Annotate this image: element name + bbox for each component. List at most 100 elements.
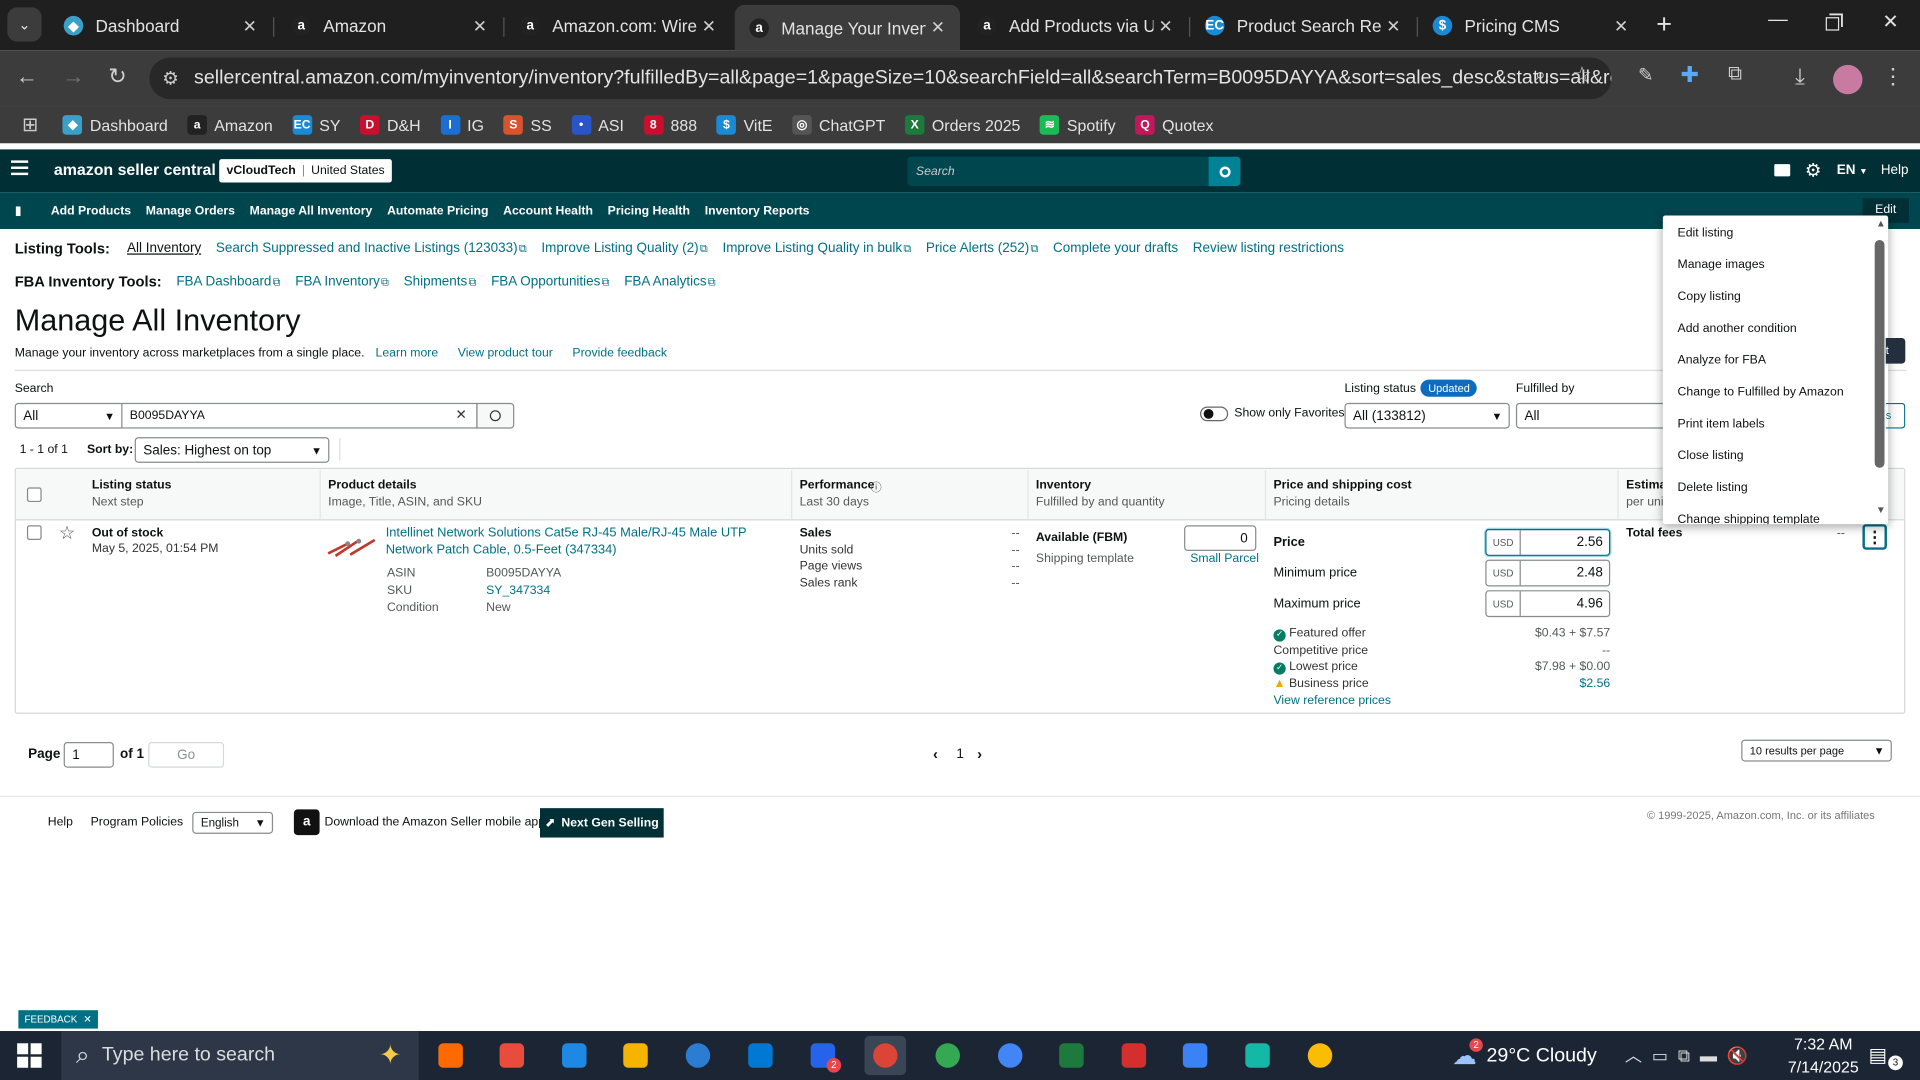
product-tour-link[interactable]: View product tour — [458, 347, 553, 360]
chrome-profile-icon[interactable] — [864, 1035, 907, 1076]
settings-gear-icon[interactable]: ⚙ — [1805, 159, 1821, 181]
tab-close-icon[interactable]: ✕ — [468, 15, 492, 36]
task-view-icon[interactable] — [430, 1036, 472, 1075]
browser-tab[interactable]: ◆ Dashboard ✕ — [49, 7, 272, 44]
language-selector[interactable]: EN ▼ — [1837, 163, 1868, 178]
header-search-input[interactable]: Search — [907, 156, 1209, 187]
chrome-profile-icon[interactable] — [927, 1036, 969, 1075]
fba-tool-link[interactable]: FBA Inventory⧉ — [295, 274, 389, 289]
browser-menu-icon[interactable]: ⋮ — [1878, 64, 1907, 90]
search-input[interactable]: B0095DAYYA — [122, 402, 478, 429]
nav-item[interactable]: Automate Pricing — [387, 204, 488, 217]
menu-item[interactable]: Delete listing — [1663, 471, 1888, 503]
tab-close-icon[interactable]: ✕ — [1153, 15, 1177, 36]
bookmark-item[interactable]: EC SY — [292, 115, 340, 135]
bookmark-item[interactable]: D D&H — [360, 115, 421, 135]
profile-avatar[interactable] — [1833, 64, 1863, 95]
go-button[interactable]: Go — [148, 742, 225, 768]
bookmark-star-icon[interactable]: ☆ — [1567, 62, 1596, 88]
mail-icon[interactable] — [1774, 164, 1791, 177]
menu-item[interactable]: Close listing — [1663, 440, 1888, 472]
search-field-select[interactable]: All ▼ — [14, 402, 123, 429]
bookmark-item[interactable]: X Orders 2025 — [904, 115, 1020, 135]
menu-item[interactable]: Change to Fulfilled by Amazon — [1663, 376, 1888, 408]
clock-date[interactable]: 7/14/2025 — [1776, 1058, 1872, 1076]
seller-central-logo[interactable]: amazon seller central — [54, 160, 216, 178]
shipping-template-link[interactable]: Small Parcel — [1190, 552, 1259, 565]
file-explorer-icon[interactable] — [615, 1036, 657, 1075]
favorites-toggle[interactable] — [1200, 406, 1229, 422]
nav-item[interactable]: Manage All Inventory — [250, 204, 373, 217]
bookmark-item[interactable]: I IG — [440, 115, 484, 135]
view-reference-prices-link[interactable]: View reference prices — [1273, 694, 1391, 707]
new-tab-button[interactable]: + — [1648, 7, 1680, 41]
footer-help-link[interactable]: Help — [48, 816, 73, 829]
outlook-icon[interactable] — [740, 1036, 782, 1075]
listing-tool-link[interactable]: Review listing restrictions — [1193, 241, 1344, 256]
help-link[interactable]: Help — [1881, 163, 1909, 178]
notifications-icon[interactable]: ▤ — [1869, 1043, 1888, 1067]
listing-status-select[interactable]: All (133812) ▼ — [1344, 402, 1510, 429]
chrome-icon[interactable] — [1299, 1036, 1341, 1075]
tab-close-icon[interactable]: ✕ — [238, 15, 262, 36]
menu-item[interactable]: Add another condition — [1663, 312, 1888, 344]
nav-item[interactable]: Add Products — [51, 204, 131, 217]
menu-item[interactable]: Copy listing — [1663, 280, 1888, 312]
bookmark-item[interactable]: Q Quotex — [1135, 115, 1213, 135]
row-checkbox[interactable] — [26, 525, 42, 541]
product-title-link[interactable]: Intellinet Network Solutions Cat5e RJ-45… — [386, 525, 778, 558]
tab-close-icon[interactable]: ✕ — [1381, 15, 1405, 36]
menu-item[interactable]: Edit listing — [1663, 217, 1888, 249]
menu-item[interactable]: Change shipping template — [1663, 503, 1888, 524]
hidden-button-edge[interactable]: t — [1885, 337, 1906, 364]
scroll-up-icon[interactable]: ▲ — [1876, 218, 1886, 229]
current-page[interactable]: 1 — [956, 747, 964, 762]
menu-scrollbar[interactable] — [1874, 240, 1885, 468]
close-window-icon[interactable]: ✕ — [1876, 10, 1905, 34]
hidden-button-edge-outline[interactable]: s — [1885, 402, 1906, 429]
favorite-star-icon[interactable]: ☆ — [59, 522, 75, 544]
maximum-price-input[interactable]: USD 4.96 — [1485, 590, 1611, 618]
bookmark-item[interactable]: ◎ ChatGPT — [792, 115, 885, 135]
select-all-checkbox[interactable] — [26, 487, 42, 503]
bookmark-item[interactable]: ◆ Dashboard — [62, 115, 168, 135]
sku-link[interactable]: SY_347334 — [486, 584, 550, 597]
system-tray-icons[interactable]: ︿▭⧉▬🔇 — [1625, 1043, 1758, 1067]
listing-tool-link[interactable]: Improve Listing Quality (2)⧉ — [541, 241, 707, 256]
bookmark-item[interactable]: a Amazon — [187, 115, 273, 135]
info-icon[interactable]: ⓘ — [871, 479, 882, 495]
restore-window-icon[interactable] — [1820, 11, 1844, 35]
listing-tool-link[interactable]: Search Suppressed and Inactive Listings … — [216, 241, 527, 256]
extensions-puzzle-icon[interactable]: ⧉ — [1720, 64, 1749, 86]
browser-tab[interactable]: EC Product Search Resul✕ — [1190, 7, 1415, 44]
row-actions-kebab-button[interactable]: ⋮ — [1862, 524, 1887, 550]
minimize-window-icon[interactable]: — — [1763, 10, 1792, 32]
taskbar-search-box[interactable]: ⌕ Type here to search ✦ — [61, 1031, 419, 1080]
copilot-icon[interactable] — [491, 1036, 533, 1075]
search-submit-button[interactable] — [476, 402, 515, 429]
menu-item[interactable]: Print item labels — [1663, 408, 1888, 440]
listing-tool-link[interactable]: Price Alerts (252)⧉ — [926, 241, 1038, 256]
provide-feedback-link[interactable]: Provide feedback — [572, 347, 667, 360]
apps-grid-icon[interactable]: ⊞ — [22, 113, 38, 137]
bookmark-item[interactable]: S SS — [503, 115, 552, 135]
bookmark-flag-icon[interactable]: ▮ — [15, 204, 22, 217]
footer-language-select[interactable]: English ▼ — [192, 811, 274, 834]
product-image[interactable] — [326, 536, 377, 558]
clock-time[interactable]: 7:32 AM — [1776, 1035, 1872, 1053]
listing-tool-link[interactable]: All Inventory — [127, 241, 201, 256]
mobile-app-link[interactable]: Download the Amazon Seller mobile app — [324, 816, 545, 829]
url-text[interactable]: sellercentral.amazon.com/myinventory/inv… — [194, 67, 1611, 89]
extension-pen-icon[interactable]: ✎ — [1631, 64, 1660, 86]
nav-item[interactable]: Account Health — [503, 204, 593, 217]
menu-item[interactable]: Manage images — [1663, 249, 1888, 281]
fba-tool-link[interactable]: FBA Dashboard⧉ — [176, 274, 280, 289]
footer-policies-link[interactable]: Program Policies — [91, 816, 184, 829]
tab-close-icon[interactable]: ✕ — [697, 15, 721, 36]
feedback-tab[interactable]: FEEDBACK ✕ — [18, 1010, 98, 1029]
fba-tool-link[interactable]: FBA Analytics⧉ — [624, 274, 715, 289]
tab-close-icon[interactable]: ✕ — [926, 17, 950, 38]
mobile-app-badge[interactable]: a — [293, 809, 320, 836]
browser-tab[interactable]: a Amazon ✕ — [277, 7, 502, 44]
learn-more-link[interactable]: Learn more — [376, 347, 439, 360]
